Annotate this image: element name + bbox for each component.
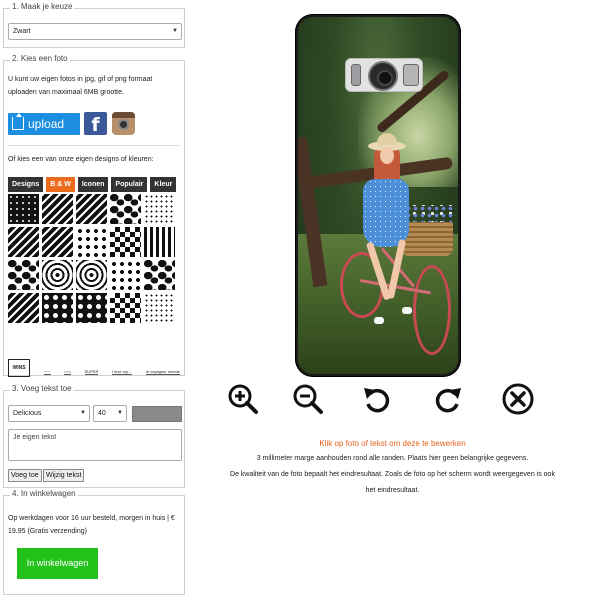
flash-icon — [351, 64, 361, 86]
chevron-down-icon: ▼ — [80, 410, 86, 416]
upload-icon — [12, 113, 24, 130]
design-pattern-tile[interactable] — [42, 293, 73, 323]
font-select-value: Delicious — [13, 410, 42, 417]
tab-populair[interactable]: Populair — [111, 177, 148, 192]
add-to-cart-button[interactable]: In winkelwagen — [17, 548, 98, 579]
instagram-icon[interactable] — [112, 112, 135, 135]
text-color-swatch[interactable] — [132, 406, 182, 422]
designs-heading: Of kies een van onze eigen designs of kl… — [8, 156, 154, 163]
logo-designs-row: WINS ~~~ === SUPER I love my ... le voyageur … — [8, 359, 180, 377]
rotate-left-icon[interactable] — [360, 382, 394, 416]
add-text-button[interactable]: Voeg toe — [8, 469, 42, 482]
upload-description: U kunt uw eigen fotos in jpg, gif of png… — [8, 76, 153, 96]
design-pattern-tile[interactable] — [144, 293, 175, 323]
design-pattern-tile[interactable] — [76, 227, 107, 257]
upload-label: upload — [28, 117, 65, 131]
case-photo[interactable] — [298, 17, 458, 374]
design-pattern-tile[interactable] — [110, 194, 141, 224]
logo-design-tile[interactable]: ~~~ — [43, 361, 51, 375]
step-choose-legend: 1. Maak je keuze — [10, 2, 75, 11]
design-pattern-tile[interactable] — [110, 293, 141, 323]
step-photo-legend: 2. Kies een foto — [10, 54, 70, 63]
delivery-info: Op werkdagen voor 16 uur besteld, morgen… — [8, 515, 175, 535]
bike-front-wheel — [413, 265, 451, 355]
delete-icon[interactable] — [501, 382, 535, 416]
facebook-icon[interactable]: f — [84, 112, 107, 136]
fingerprint-sensor-icon — [403, 64, 419, 86]
logo-design-tile[interactable]: WINS — [8, 359, 30, 377]
step-choose-panel: 1. Maak je keuze Zwart ▼ — [3, 2, 185, 48]
logo-design-tile[interactable]: SUPER — [84, 361, 99, 375]
step-cart-legend: 4. In winkelwagen — [10, 489, 78, 498]
custom-text-placeholder: Je eigen tekst — [13, 434, 57, 441]
person-dress — [363, 179, 409, 247]
design-pattern-tile[interactable] — [8, 293, 39, 323]
step-text-panel: 3. Voeg tekst toe Delicious ▼ 40 ▼ Je ei… — [3, 384, 185, 488]
camera-lens-icon — [368, 61, 398, 91]
design-pattern-tile[interactable] — [144, 260, 175, 290]
design-pattern-tile[interactable] — [42, 194, 73, 224]
edit-hint: Klik op foto of tekst om deze te bewerke… — [319, 439, 466, 448]
font-select[interactable]: Delicious ▼ — [8, 405, 90, 422]
tab-designs[interactable]: Designs — [8, 177, 44, 192]
design-pattern-tile[interactable] — [110, 260, 141, 290]
step-cart-panel: 4. In winkelwagen Op werkdagen voor 16 u… — [3, 489, 185, 595]
step-text-legend: 3. Voeg tekst toe — [10, 384, 74, 393]
chevron-down-icon: ▼ — [117, 410, 123, 416]
tab-kleur[interactable]: Kleur — [150, 177, 177, 192]
custom-text-input[interactable]: Je eigen tekst — [8, 429, 182, 461]
tab-iconen[interactable]: Iconen — [77, 177, 109, 192]
person-shoe — [402, 307, 412, 314]
design-pattern-tile[interactable] — [8, 260, 39, 290]
zoom-in-icon[interactable] — [226, 382, 260, 416]
upload-button[interactable]: upload — [8, 113, 80, 135]
quality-note: De kwaliteit van de foto bepaalt het ein… — [230, 471, 555, 478]
phone-color-value: Zwart — [13, 28, 31, 35]
divider — [8, 145, 180, 146]
margin-note: 3 millimeter marge aanhouden rond alle r… — [256, 455, 529, 462]
design-pattern-grid — [8, 194, 176, 323]
design-pattern-tile[interactable] — [8, 227, 39, 257]
design-pattern-tile[interactable] — [42, 227, 73, 257]
design-pattern-tile[interactable] — [144, 194, 175, 224]
font-size-value: 40 — [98, 410, 106, 417]
quality-note-end: het eindresultaat. — [365, 487, 420, 494]
logo-design-tile[interactable]: le voyageur monde — [145, 361, 180, 375]
step-photo-panel: 2. Kies een foto U kunt uw eigen fotos i… — [3, 54, 185, 377]
design-tabs: Designs B & W Iconen Populair Kleur — [8, 177, 177, 192]
logo-design-tile[interactable]: I love my ... — [111, 361, 133, 375]
design-pattern-tile[interactable] — [76, 293, 107, 323]
camera-cutout — [345, 58, 423, 92]
zoom-out-icon[interactable] — [291, 382, 325, 416]
font-size-select[interactable]: 40 ▼ — [93, 405, 127, 422]
logo-design-tile[interactable]: === — [64, 361, 72, 375]
design-pattern-tile[interactable] — [76, 194, 107, 224]
chevron-down-icon: ▼ — [172, 28, 178, 34]
design-pattern-tile[interactable] — [144, 227, 175, 257]
rotate-right-icon[interactable] — [431, 382, 465, 416]
design-pattern-tile[interactable] — [42, 260, 73, 290]
phone-color-select[interactable]: Zwart ▼ — [8, 23, 182, 40]
edit-text-button[interactable]: Wijzig tekst — [43, 469, 85, 482]
person-face — [380, 147, 394, 164]
tab-b-w[interactable]: B & W — [46, 177, 75, 192]
person-shoe — [374, 317, 384, 324]
phone-case-preview[interactable] — [295, 14, 461, 377]
design-pattern-tile[interactable] — [76, 260, 107, 290]
design-pattern-tile[interactable] — [8, 194, 39, 224]
design-pattern-tile[interactable] — [110, 227, 141, 257]
